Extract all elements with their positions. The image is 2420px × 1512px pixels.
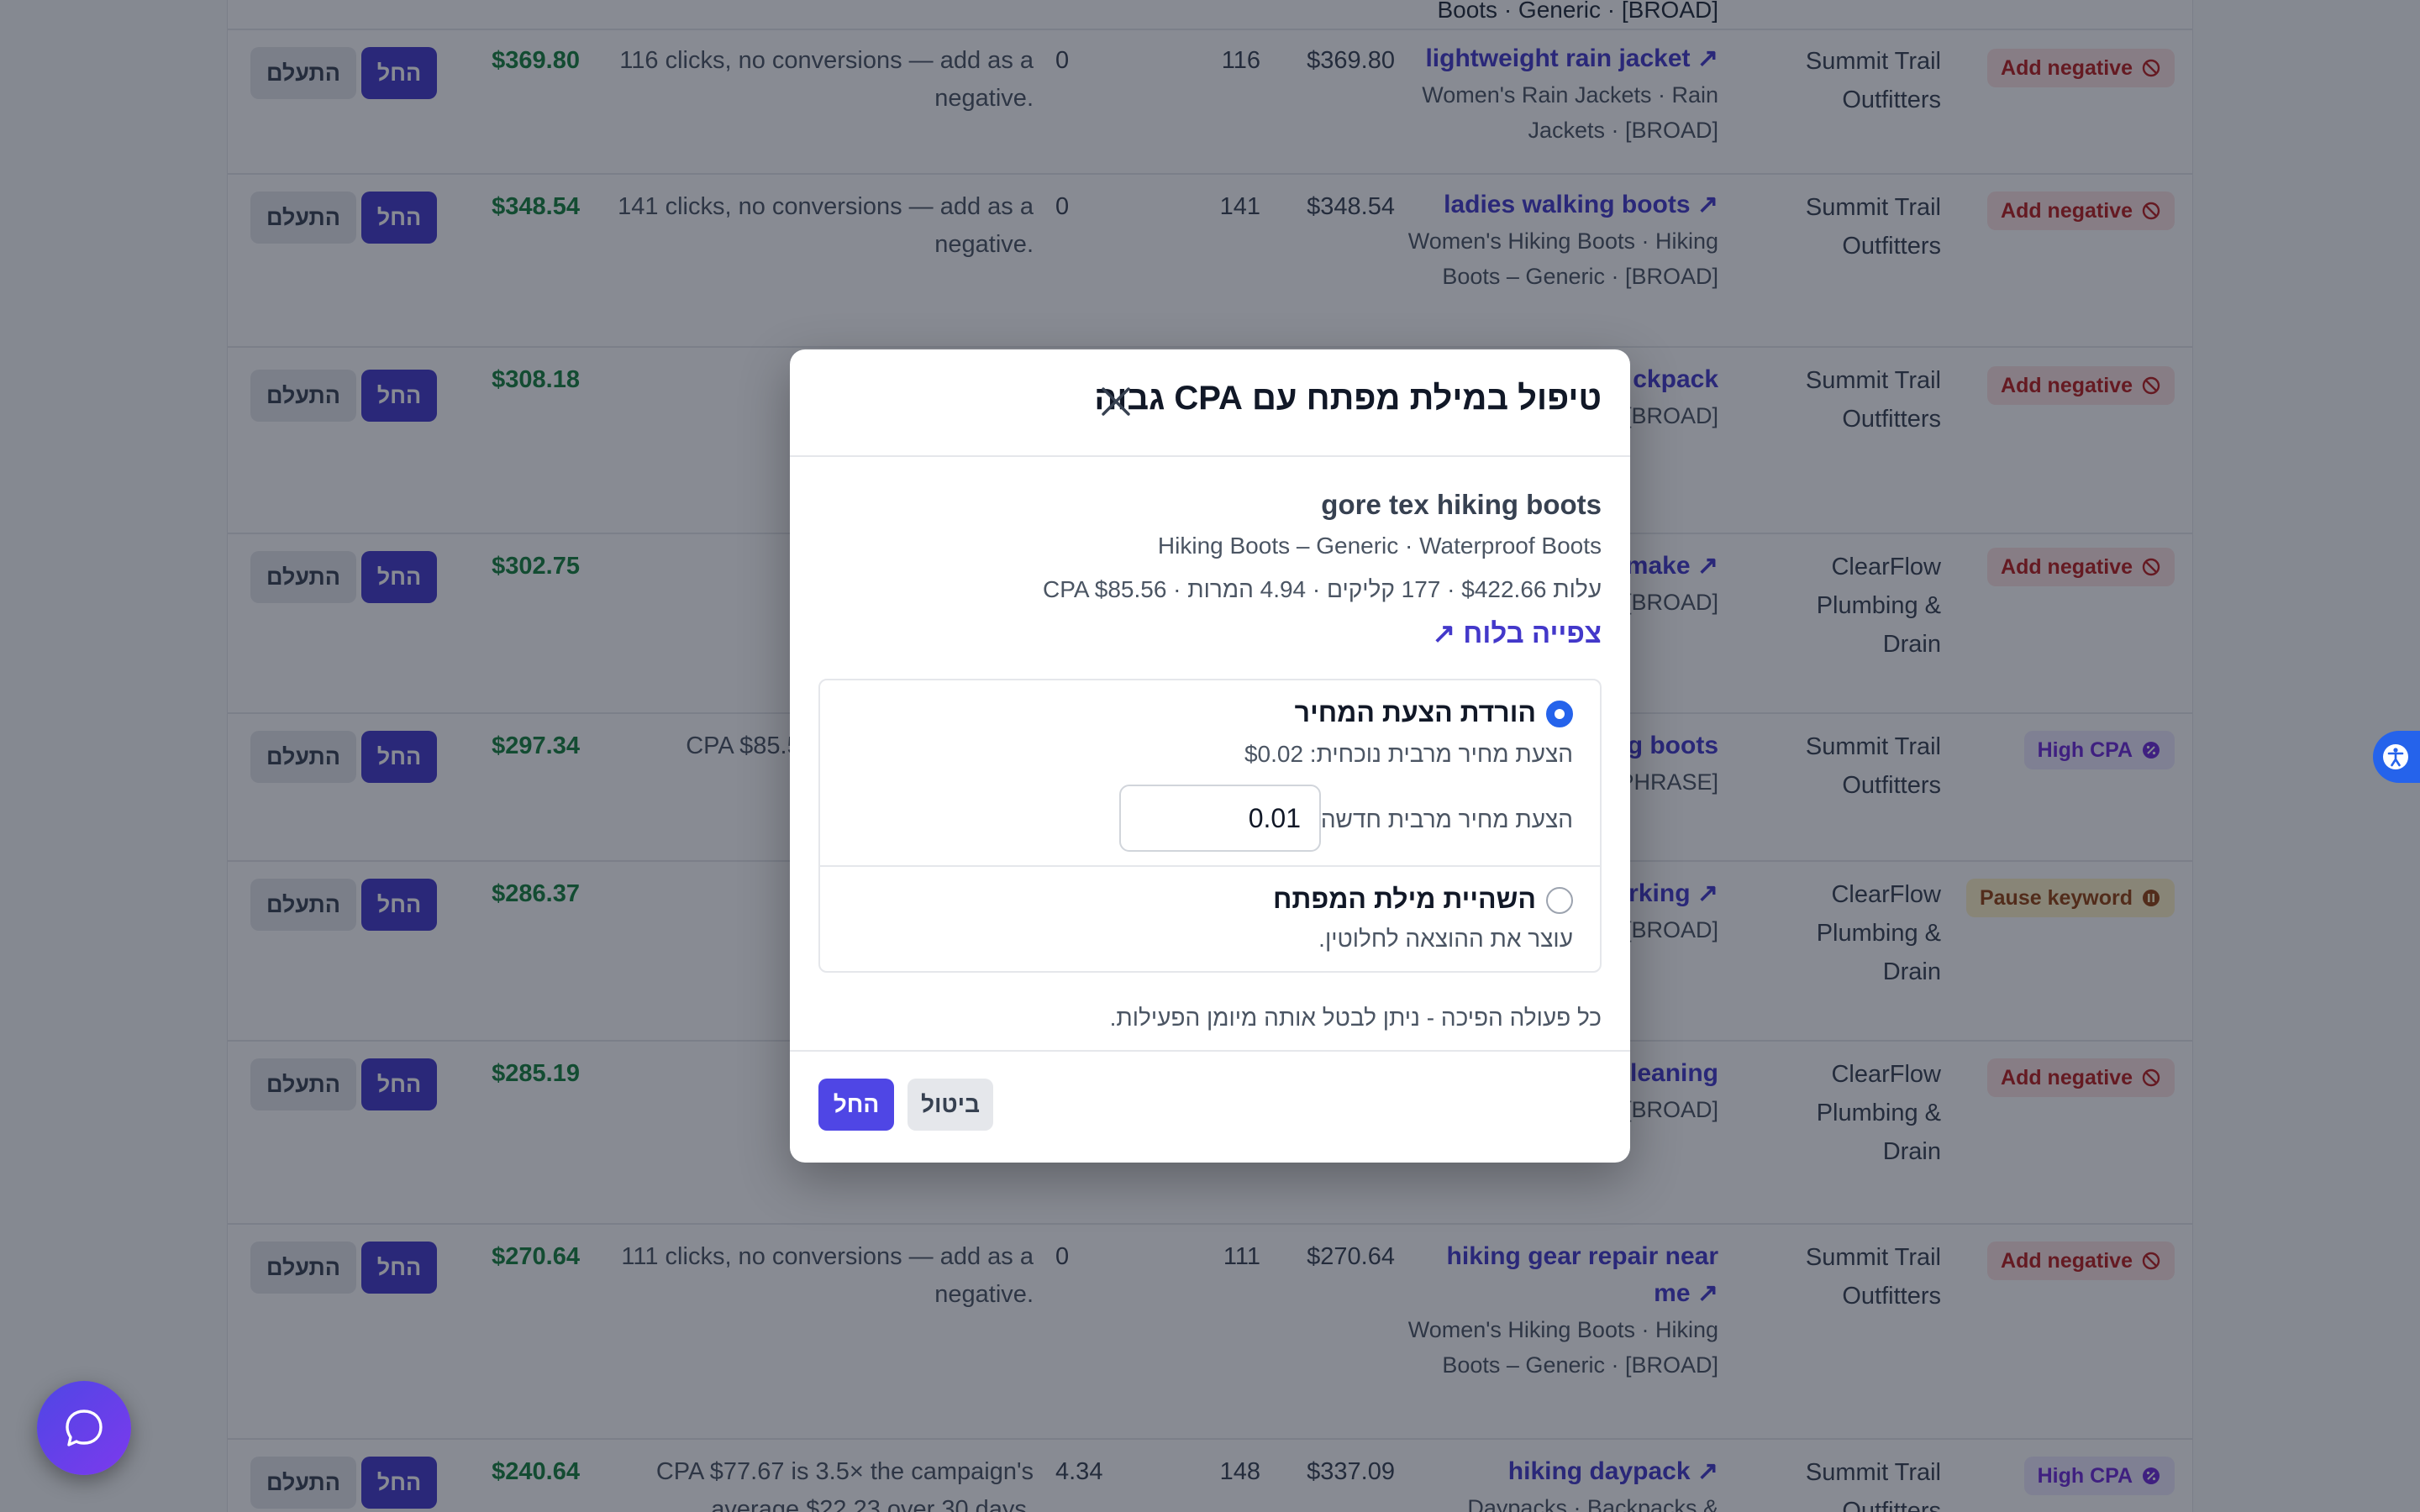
- dialog-title: טיפול במילת מפתח עם CPA גבוה: [1094, 380, 1602, 417]
- accessibility-button[interactable]: [2373, 731, 2420, 783]
- cancel-button[interactable]: ביטול: [908, 1079, 993, 1131]
- keyword-stats: עלות $422.66 · 177 קליקים · 4.94 המרות ·…: [1043, 576, 1602, 602]
- close-icon: [1102, 387, 1130, 416]
- option-lower-bid[interactable]: הורדת הצעת המחיר הצעת מחיר מרבית נוכחית:…: [820, 680, 1600, 867]
- view-in-dashboard-link[interactable]: צפייה בלוח ↗: [1432, 617, 1602, 649]
- reversible-note: כל פעולה הפיכה - ניתן לבטל אותה מיומן הפ…: [1109, 1005, 1602, 1031]
- chat-button[interactable]: [37, 1381, 131, 1475]
- dialog-footer: החל ביטול: [790, 1050, 1630, 1163]
- new-bid-label: הצעת מחיר מרבית חדשה: [1320, 806, 1573, 832]
- option-label: השהיית מילת המפתח: [1272, 884, 1536, 914]
- chat-icon: [66, 1410, 103, 1446]
- dialog-body: gore tex hiking boots Hiking Boots – Gen…: [790, 457, 1630, 1050]
- high-cpa-dialog: טיפול במילת מפתח עם CPA גבוה gore tex hi…: [790, 349, 1630, 1163]
- option-label: הורדת הצעת המחיר: [1294, 697, 1536, 727]
- action-options: הורדת הצעת המחיר הצעת מחיר מרבית נוכחית:…: [818, 679, 1602, 973]
- pause-keyword-radio[interactable]: [1546, 887, 1573, 914]
- apply-button[interactable]: החל: [818, 1079, 894, 1131]
- option-description: עוצר את ההוצאה לחלוטין.: [1318, 926, 1573, 952]
- lower-bid-radio[interactable]: [1546, 701, 1573, 727]
- keyword-path: Hiking Boots – Generic · Waterproof Boot…: [1157, 533, 1602, 559]
- close-button[interactable]: [1097, 383, 1134, 420]
- dialog-header: טיפול במילת מפתח עם CPA גבוה: [790, 349, 1630, 457]
- accessibility-icon: [2383, 744, 2408, 769]
- new-bid-input[interactable]: [1119, 785, 1321, 852]
- keyword-name: gore tex hiking boots: [1321, 489, 1602, 520]
- option-pause-keyword[interactable]: השהיית מילת המפתח עוצר את ההוצאה לחלוטין…: [820, 867, 1600, 971]
- current-bid-text: הצעת מחיר מרבית נוכחית: $0.02: [1244, 741, 1573, 767]
